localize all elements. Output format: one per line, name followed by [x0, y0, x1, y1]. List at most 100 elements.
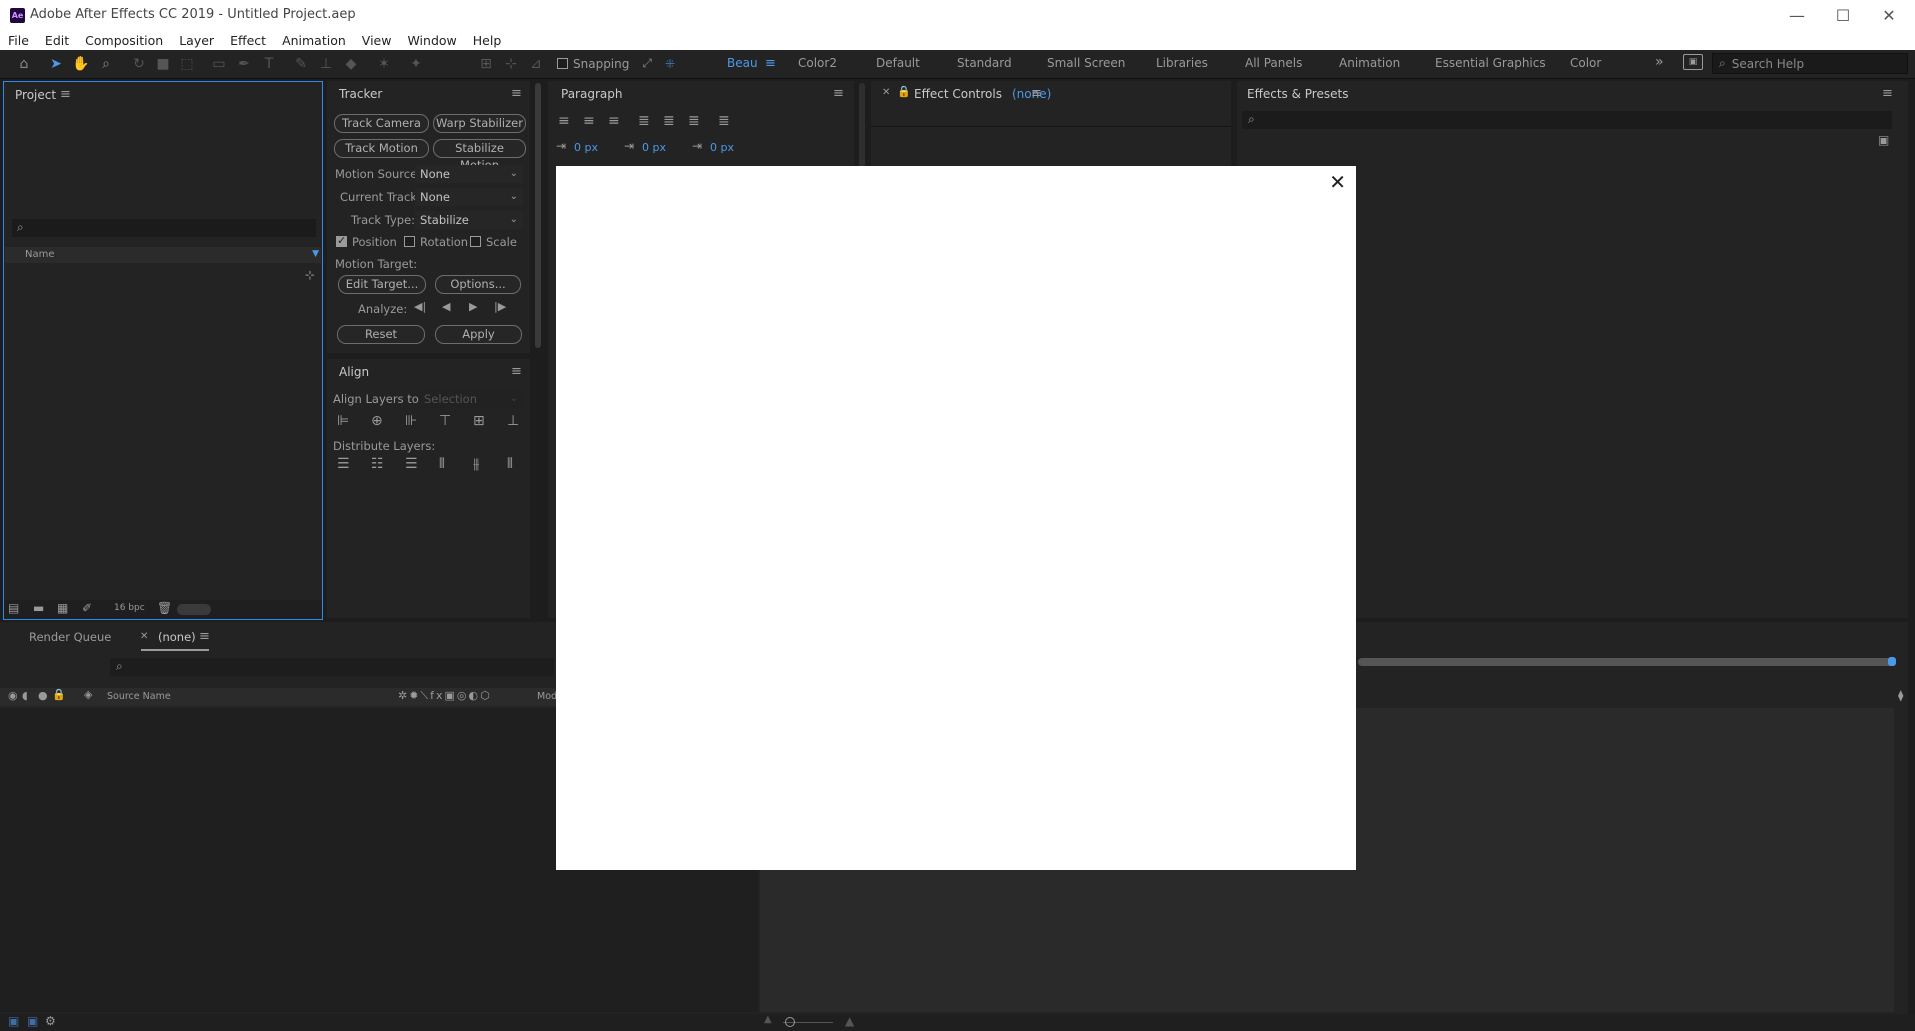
workspace-toggle-icon[interactable]: ▣: [1683, 54, 1703, 70]
workspace-beau[interactable]: Beau: [727, 56, 758, 70]
rectangle-tool-icon[interactable]: ▭: [208, 54, 230, 74]
time-ruler[interactable]: [1362, 684, 1892, 685]
track-motion-button[interactable]: Track Motion: [334, 139, 429, 158]
distribute-horizontal-center-icon[interactable]: ⫵: [473, 456, 479, 472]
axis-view-icon[interactable]: ⊿: [525, 54, 547, 74]
source-name-column[interactable]: Source Name: [107, 691, 171, 702]
menu-window[interactable]: Window: [399, 33, 464, 48]
pen-tool-icon[interactable]: ✒: [233, 54, 255, 74]
minimize-button[interactable]: —: [1777, 3, 1817, 27]
axis-local-icon[interactable]: ⊞: [475, 54, 497, 74]
menu-edit[interactable]: Edit: [37, 33, 77, 48]
tracker-scrollbar[interactable]: [535, 83, 541, 348]
comp-marker-bin-icon[interactable]: ⧫: [1898, 689, 1903, 702]
workspace-color2[interactable]: Color2: [798, 56, 837, 70]
align-horizontal-center-icon[interactable]: ⊕: [371, 413, 383, 429]
workspace-default[interactable]: Default: [876, 56, 920, 70]
effect-controls-tab[interactable]: Effect Controls: [914, 87, 1002, 101]
selection-tool-icon[interactable]: ➤: [45, 54, 67, 74]
align-right-icon[interactable]: ⊪: [405, 413, 417, 429]
analyze-forward-one-frame-icon[interactable]: |▶: [494, 300, 506, 313]
home-icon[interactable]: ⌂: [13, 54, 35, 74]
scale-checkbox[interactable]: [470, 236, 481, 247]
video-eye-icon[interactable]: ◉: [8, 689, 18, 702]
flowchart-icon[interactable]: ⊹: [305, 268, 315, 282]
search-help-field[interactable]: ⌕ Search Help: [1712, 53, 1908, 74]
align-text-left-icon[interactable]: ≡: [558, 113, 570, 129]
lock-icon[interactable]: 🔒: [897, 85, 911, 98]
menu-layer[interactable]: Layer: [171, 33, 222, 48]
distribute-top-icon[interactable]: ☰: [337, 456, 350, 472]
justify-last-center-icon[interactable]: ≣: [663, 113, 675, 129]
current-track-dropdown[interactable]: None ⌄: [415, 188, 523, 206]
maximize-button[interactable]: ☐: [1823, 3, 1863, 27]
layer-switches-toggle-icon[interactable]: ▣: [8, 1014, 19, 1028]
in-out-toggle-icon[interactable]: ⚙: [45, 1014, 56, 1028]
menu-file[interactable]: File: [0, 33, 37, 48]
space-before-value[interactable]: 0 px: [642, 141, 666, 154]
align-bottom-icon[interactable]: ⊥: [507, 413, 519, 429]
label-tag-icon[interactable]: ◈: [84, 688, 92, 701]
justify-all-icon[interactable]: ≣: [718, 113, 730, 129]
thumbnail-slider[interactable]: [177, 604, 211, 615]
puppet-pin-tool-icon[interactable]: ✦: [405, 54, 427, 74]
align-vertical-center-icon[interactable]: ⊞: [473, 413, 485, 429]
trash-icon[interactable]: 🗑: [157, 601, 172, 615]
axis-world-icon[interactable]: ⊹: [500, 54, 522, 74]
justify-last-right-icon[interactable]: ≣: [688, 113, 700, 129]
snap-features-icon[interactable]: ⁜: [665, 57, 675, 71]
position-checkbox[interactable]: [336, 234, 347, 247]
new-composition-icon[interactable]: ▦: [57, 601, 68, 615]
clone-stamp-tool-icon[interactable]: ⊥: [315, 54, 337, 74]
distribute-vertical-center-icon[interactable]: ☷: [371, 456, 384, 472]
workspace-libraries[interactable]: Libraries: [1156, 56, 1208, 70]
eraser-tool-icon[interactable]: ◆: [340, 54, 362, 74]
rotation-tool-icon[interactable]: ↻: [128, 54, 150, 74]
zoom-out-icon[interactable]: ▲: [764, 1014, 772, 1025]
project-search-input[interactable]: ⌕: [12, 219, 316, 237]
pan-behind-tool-icon[interactable]: ⬚: [176, 54, 198, 74]
more-workspaces-chevron-icon[interactable]: »: [1655, 54, 1664, 70]
render-queue-tab[interactable]: Render Queue: [29, 630, 111, 644]
snapping-toggle[interactable]: Snapping ⤢ ⁜: [557, 56, 675, 71]
effect-controls-menu-icon[interactable]: ≡: [1031, 86, 1042, 101]
timeline-search-input[interactable]: ⌕: [110, 658, 554, 676]
workspace-menu-icon[interactable]: ≡: [765, 56, 776, 71]
justify-last-left-icon[interactable]: ≣: [638, 113, 650, 129]
audio-icon[interactable]: ◖: [22, 689, 28, 702]
composition-tab[interactable]: (none): [158, 630, 196, 644]
close-tab-icon[interactable]: ✕: [140, 631, 148, 642]
reset-button[interactable]: Reset: [337, 325, 425, 344]
distribute-bottom-icon[interactable]: ☰: [405, 456, 418, 472]
paragraph-panel-menu-icon[interactable]: ≡: [833, 86, 844, 101]
rotation-checkbox[interactable]: [404, 236, 415, 247]
camera-tool-icon[interactable]: ■: [152, 54, 174, 74]
center-text-icon[interactable]: ≡: [583, 113, 595, 129]
stabilize-motion-button[interactable]: Stabilize Motion: [433, 139, 526, 172]
effects-presets-tab[interactable]: Effects & Presets: [1247, 87, 1348, 101]
workspace-small-screen[interactable]: Small Screen: [1047, 56, 1125, 70]
brush-tool-icon[interactable]: ✎: [290, 54, 312, 74]
workspace-animation[interactable]: Animation: [1339, 56, 1400, 70]
zoom-slider-handle[interactable]: [785, 1017, 795, 1027]
close-tab-icon[interactable]: ✕: [882, 87, 890, 98]
menu-animation[interactable]: Animation: [274, 33, 354, 48]
align-text-right-icon[interactable]: ≡: [608, 113, 620, 129]
close-window-button[interactable]: ✕: [1869, 3, 1909, 27]
snapping-checkbox[interactable]: [557, 58, 568, 69]
sort-arrow-icon[interactable]: ▼: [312, 249, 319, 259]
zoom-in-icon[interactable]: ▲: [845, 1014, 854, 1028]
project-tab[interactable]: Project: [15, 88, 56, 102]
tracker-tab[interactable]: Tracker: [339, 87, 382, 101]
name-column-header[interactable]: Name: [25, 249, 55, 260]
motion-source-dropdown[interactable]: None ⌄: [415, 165, 523, 183]
paragraph-tab[interactable]: Paragraph: [561, 87, 622, 101]
roto-brush-tool-icon[interactable]: ✶: [373, 54, 395, 74]
lock-icon[interactable]: 🔒: [52, 688, 66, 701]
distribute-right-icon[interactable]: ⫴: [507, 456, 513, 472]
new-folder-icon[interactable]: ▬: [33, 601, 44, 615]
align-top-icon[interactable]: ⊤: [439, 413, 451, 429]
warp-stabilizer-button[interactable]: Warp Stabilizer: [433, 114, 526, 133]
mode-column[interactable]: Mod: [537, 691, 557, 702]
new-preset-icon[interactable]: ▣: [1878, 133, 1889, 147]
